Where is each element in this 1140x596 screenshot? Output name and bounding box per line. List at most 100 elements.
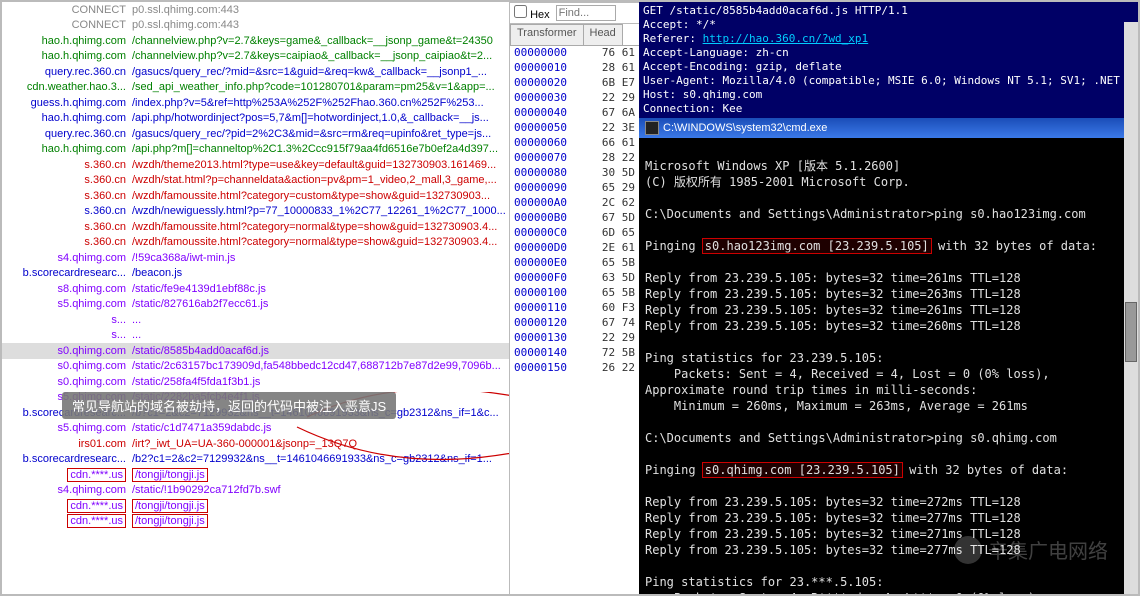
hex-row[interactable]: 0000011060 F3 <box>510 301 639 316</box>
session-row[interactable]: s0.qhimg.com/static/258fa4f5fda1f3b1.js <box>2 374 509 390</box>
url-cell: /wzdh/theme2013.html?type=use&key=defaul… <box>132 157 509 173</box>
url-cell: /static/fe9e4139d1ebf88c.js <box>132 281 509 297</box>
hex-row[interactable]: 0000006066 61 <box>510 136 639 151</box>
url-cell: /wzdh/famoussite.html?category=normal&ty… <box>132 219 509 235</box>
http-headers: GET /static/8585b4add0acaf6d.js HTTP/1.1… <box>639 2 1138 118</box>
host-cell: s0.qhimg.com <box>2 343 132 359</box>
host-cell: b.scorecardresearc... <box>2 452 132 468</box>
session-row[interactable]: b.scorecardresearc.../b2?c1=2&c2=7129932… <box>2 452 509 468</box>
host-cell: s.360.cn <box>2 235 132 251</box>
host-cell: s.360.cn <box>2 204 132 220</box>
hex-row[interactable]: 000000A02C 62 <box>510 196 639 211</box>
url-cell: /!59ca368a/iwt-min.js <box>132 250 509 266</box>
host-cell: s4.qhimg.com <box>2 483 132 499</box>
session-row[interactable]: s5.qhimg.com/static/c1d7471a359dabdc.js <box>2 421 509 437</box>
host-cell: s8.qhimg.com <box>2 281 132 297</box>
hex-row[interactable]: 000000B067 5D <box>510 211 639 226</box>
host-cell: s.360.cn <box>2 173 132 189</box>
session-row[interactable]: guess.h.qhimg.com/index.php?v=5&ref=http… <box>2 95 509 111</box>
hex-row[interactable]: 0000000076 61 <box>510 46 639 61</box>
session-row[interactable]: cdn.****.us/tongji/tongji.js <box>2 467 509 483</box>
host-cell: cdn.weather.hao.3... <box>2 80 132 96</box>
hex-row[interactable]: 0000003022 29 <box>510 91 639 106</box>
session-row[interactable]: hao.h.qhimg.com/channelview.php?v=2.7&ke… <box>2 49 509 65</box>
hex-view[interactable]: 0000000076 610000001028 61000000206B E70… <box>510 46 639 594</box>
inspector-tabs: Transformer Head <box>510 24 639 46</box>
hex-row[interactable]: 000000E065 5B <box>510 256 639 271</box>
hex-row[interactable]: 0000001028 61 <box>510 61 639 76</box>
scrollbar-thumb[interactable] <box>1125 302 1137 362</box>
hex-row[interactable]: 0000010065 5B <box>510 286 639 301</box>
session-row[interactable]: s4.qhimg.com/static/!1b90292ca712fd7b.sw… <box>2 483 509 499</box>
session-row[interactable]: query.rec.360.cn/gasucs/query_rec/?mid=&… <box>2 64 509 80</box>
url-cell: ... <box>132 312 509 328</box>
session-row[interactable]: cdn.weather.hao.3.../sed_api_weather_inf… <box>2 80 509 96</box>
session-row[interactable]: hao.h.qhimg.com/api.php/hotwordinject?po… <box>2 111 509 127</box>
hex-row[interactable]: 0000015026 22 <box>510 361 639 376</box>
session-row[interactable]: s.360.cn/wzdh/famoussite.html?category=n… <box>2 235 509 251</box>
host-cell: b.scorecardresearc... <box>2 266 132 282</box>
hex-row[interactable]: 0000012067 74 <box>510 316 639 331</box>
session-row[interactable]: hao.h.qhimg.com/api.php?m[]=channeltop%2… <box>2 142 509 158</box>
url-cell: /tongji/tongji.js <box>132 467 509 483</box>
url-cell: /irt?_iwt_UA=UA-360-000001&jsonp=_13Q7Q <box>132 436 509 452</box>
url-cell: /static/827616ab2f7ecc61.js <box>132 297 509 313</box>
session-row[interactable]: cdn.****.us/tongji/tongji.js <box>2 498 509 514</box>
host-cell: s... <box>2 328 132 344</box>
hex-row[interactable]: 000000C06D 65 <box>510 226 639 241</box>
hex-row[interactable]: 000000206B E7 <box>510 76 639 91</box>
host-cell: s.360.cn <box>2 157 132 173</box>
host-cell: hao.h.qhimg.com <box>2 49 132 65</box>
url-cell: /sed_api_weather_info.php?code=101280701… <box>132 80 509 96</box>
url-cell: /tongji/tongji.js <box>132 514 509 530</box>
host-cell: s.360.cn <box>2 219 132 235</box>
session-row[interactable]: hao.h.qhimg.com/channelview.php?v=2.7&ke… <box>2 33 509 49</box>
session-row[interactable]: s.360.cn/wzdh/stat.html?p=channeldata&ac… <box>2 173 509 189</box>
session-row[interactable]: s0.qhimg.com/static/8585b4add0acaf6d.js <box>2 343 509 359</box>
session-row[interactable]: CONNECTp0.ssl.qhimg.com:443 <box>2 18 509 34</box>
session-row[interactable]: s5.qhimg.com/static/827616ab2f7ecc61.js <box>2 297 509 313</box>
hex-row[interactable]: 0000013022 29 <box>510 331 639 346</box>
session-list[interactable]: CONNECTp0.ssl.qhimg.com:443CONNECTp0.ssl… <box>2 2 509 594</box>
session-row[interactable]: s...... <box>2 312 509 328</box>
hex-toolbar: Hex <box>510 2 639 24</box>
hex-row[interactable]: 0000014072 5B <box>510 346 639 361</box>
session-row[interactable]: query.rec.360.cn/gasucs/query_rec/?pid=2… <box>2 126 509 142</box>
hex-row[interactable]: 000000D02E 61 <box>510 241 639 256</box>
session-row[interactable]: s.360.cn/wzdh/famoussite.html?category=c… <box>2 188 509 204</box>
hex-checkbox[interactable]: Hex <box>514 5 550 21</box>
find-input[interactable] <box>556 5 616 21</box>
session-row[interactable]: CONNECTp0.ssl.qhimg.com:443 <box>2 2 509 18</box>
scrollbar[interactable] <box>1124 22 1138 594</box>
session-row[interactable]: s...... <box>2 328 509 344</box>
hex-row[interactable]: 000000F063 5D <box>510 271 639 286</box>
url-cell: /wzdh/newiguessly.html?p=77_10000833_1%2… <box>132 204 509 220</box>
url-cell: /channelview.php?v=2.7&keys=caipiao&_cal… <box>132 49 509 65</box>
host-cell: cdn.****.us <box>2 467 132 483</box>
hex-row[interactable]: 0000005022 3E <box>510 121 639 136</box>
hex-row[interactable]: 0000008030 5D <box>510 166 639 181</box>
session-row[interactable]: s.360.cn/wzdh/newiguessly.html?p=77_1000… <box>2 204 509 220</box>
session-row[interactable]: irs01.com/irt?_iwt_UA=UA-360-000001&json… <box>2 436 509 452</box>
host-cell: guess.h.qhimg.com <box>2 95 132 111</box>
session-row[interactable]: s4.qhimg.com/!59ca368a/iwt-min.js <box>2 250 509 266</box>
session-row[interactable]: s8.qhimg.com/static/fe9e4139d1ebf88c.js <box>2 281 509 297</box>
session-row[interactable]: cdn.****.us/tongji/tongji.js <box>2 514 509 530</box>
host-cell: hao.h.qhimg.com <box>2 142 132 158</box>
tab-head[interactable]: Head <box>583 24 623 45</box>
url-cell: /b2?c1=2&c2=7129932&ns__t=1461046691933&… <box>132 452 509 468</box>
hex-row[interactable]: 0000009065 29 <box>510 181 639 196</box>
session-row[interactable]: s.360.cn/wzdh/theme2013.html?type=use&ke… <box>2 157 509 173</box>
session-row[interactable]: s0.qhimg.com/static/2c63157bc173909d,fa5… <box>2 359 509 375</box>
url-cell: /wzdh/stat.html?p=channeldata&action=pv&… <box>132 173 509 189</box>
url-cell: p0.ssl.qhimg.com:443 <box>132 18 509 34</box>
url-cell: /beacon.js <box>132 266 509 282</box>
tab-transformer[interactable]: Transformer <box>510 24 584 45</box>
url-cell: /gasucs/query_rec/?mid=&src=1&guid=&req=… <box>132 64 509 80</box>
session-row[interactable]: s.360.cn/wzdh/famoussite.html?category=n… <box>2 219 509 235</box>
session-row[interactable]: b.scorecardresearc.../beacon.js <box>2 266 509 282</box>
url-cell: /api.php/hotwordinject?pos=5,7&m[]=hotwo… <box>132 111 509 127</box>
hex-row[interactable]: 0000007028 22 <box>510 151 639 166</box>
hex-row[interactable]: 0000004067 6A <box>510 106 639 121</box>
host-cell: irs01.com <box>2 436 132 452</box>
